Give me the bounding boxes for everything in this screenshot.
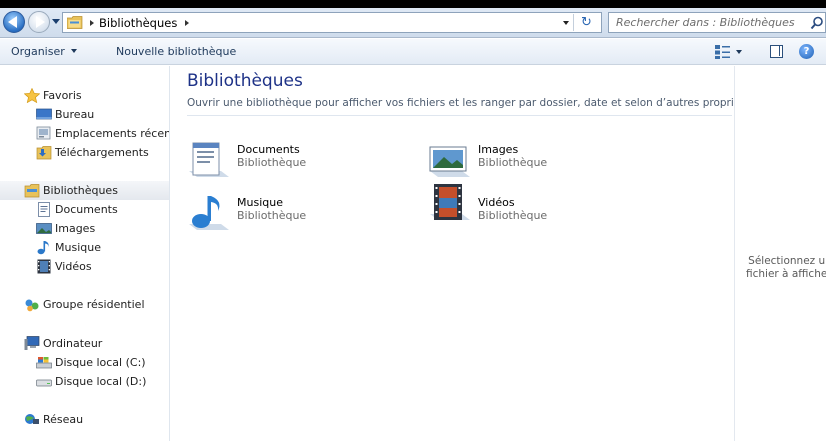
organize-button[interactable]: Organiser bbox=[11, 45, 77, 58]
drive-c-icon bbox=[36, 357, 52, 369]
arrow-left-icon bbox=[8, 16, 17, 28]
sidebar-item-homegroup[interactable]: Groupe résidentiel bbox=[0, 295, 169, 314]
documents-icon bbox=[38, 202, 50, 217]
library-name: Musique bbox=[237, 196, 283, 209]
sidebar-item-videos[interactable]: Vidéos bbox=[0, 257, 169, 276]
file-list-pane: Bibliothèques Ouvrir une bibliothèque po… bbox=[171, 66, 756, 441]
sidebar-item-label: Ordinateur bbox=[43, 337, 103, 350]
search-box[interactable]: Rechercher dans : Bibliothèques bbox=[608, 12, 826, 33]
library-item-images[interactable]: Images Bibliothèque bbox=[428, 141, 628, 181]
preview-pane-button[interactable] bbox=[770, 45, 783, 58]
sidebar-item-music[interactable]: Musique bbox=[0, 238, 169, 257]
recent-places-icon bbox=[36, 126, 51, 140]
refresh-button[interactable]: ↻ bbox=[573, 14, 599, 31]
sidebar-item-label: Téléchargements bbox=[55, 146, 149, 159]
chevron-down-icon bbox=[70, 49, 77, 53]
documents-icon bbox=[189, 142, 229, 177]
command-bar: Organiser Nouvelle bibliothèque ? bbox=[0, 39, 826, 65]
help-button[interactable]: ? bbox=[799, 44, 814, 59]
computer-icon bbox=[24, 336, 40, 350]
library-name: Images bbox=[478, 143, 519, 156]
homegroup-icon bbox=[25, 299, 39, 312]
page-subtitle: Ouvrir une bibliothèque pour afficher vo… bbox=[187, 97, 757, 109]
library-type: Bibliothèque bbox=[237, 156, 307, 169]
preview-message: Sélectionnez un fichier à afficher. bbox=[745, 255, 826, 280]
preview-pane: Sélectionnez un fichier à afficher. bbox=[734, 66, 826, 441]
chevron-right-icon[interactable] bbox=[185, 20, 189, 26]
library-item-music[interactable]: Musique Bibliothèque bbox=[187, 194, 387, 234]
navigation-pane: Favoris Bureau Emplacements récents Télé… bbox=[0, 66, 170, 441]
page-title: Bibliothèques bbox=[187, 71, 303, 91]
videos-icon bbox=[37, 259, 51, 274]
desktop-icon bbox=[36, 108, 52, 120]
sidebar-item-computer[interactable]: Ordinateur bbox=[0, 334, 169, 353]
explorer-window: Bibliothèques ↻ Rechercher dans : Biblio… bbox=[0, 8, 826, 441]
library-type: Bibliothèque bbox=[478, 156, 548, 169]
sidebar-item-recent-places[interactable]: Emplacements récents bbox=[0, 124, 170, 143]
path-box[interactable]: Bibliothèques ↻ bbox=[62, 12, 602, 33]
library-item-videos[interactable]: Vidéos Bibliothèque bbox=[428, 184, 628, 224]
library-type: Bibliothèque bbox=[237, 209, 307, 222]
images-icon bbox=[36, 223, 52, 234]
sidebar-item-label: Groupe résidentiel bbox=[43, 298, 145, 311]
drive-d-icon bbox=[36, 379, 52, 387]
sidebar-item-network[interactable]: Réseau bbox=[0, 410, 169, 429]
sidebar-item-label: Musique bbox=[55, 241, 101, 254]
arrow-right-icon bbox=[36, 16, 45, 28]
sidebar-item-label: Favoris bbox=[43, 89, 82, 102]
back-button[interactable] bbox=[3, 11, 25, 33]
sidebar-item-desktop[interactable]: Bureau bbox=[0, 105, 169, 124]
sidebar-item-label: Disque local (D:) bbox=[55, 375, 147, 388]
libraries-folder-icon bbox=[67, 16, 83, 29]
sidebar-item-label: Images bbox=[55, 222, 96, 235]
library-name: Documents bbox=[237, 143, 300, 156]
sidebar-item-label: Réseau bbox=[43, 413, 84, 426]
change-view-button[interactable] bbox=[714, 44, 744, 60]
library-type: Bibliothèque bbox=[478, 209, 548, 222]
music-icon bbox=[37, 241, 49, 255]
sidebar-item-label: Disque local (C:) bbox=[55, 356, 146, 369]
breadcrumb-libraries[interactable]: Bibliothèques bbox=[99, 16, 177, 30]
sidebar-item-label: Emplacements récents bbox=[55, 127, 170, 140]
library-item-documents[interactable]: Documents Bibliothèque bbox=[187, 141, 387, 181]
chevron-right-icon[interactable] bbox=[90, 20, 94, 26]
sidebar-item-drive-d[interactable]: Disque local (D:) bbox=[0, 372, 169, 391]
libraries-icon bbox=[24, 184, 40, 198]
sidebar-item-drive-c[interactable]: Disque local (C:) bbox=[0, 353, 169, 372]
images-icon bbox=[429, 146, 470, 177]
downloads-icon bbox=[36, 146, 52, 160]
search-input[interactable]: Rechercher dans : Bibliothèques bbox=[616, 16, 795, 29]
recent-pages-dropdown[interactable] bbox=[52, 19, 60, 24]
sidebar-item-images[interactable]: Images bbox=[0, 219, 169, 238]
sidebar-item-label: Vidéos bbox=[55, 260, 92, 273]
sidebar-item-label: Documents bbox=[55, 203, 118, 216]
divider bbox=[187, 115, 732, 116]
path-dropdown-icon[interactable] bbox=[563, 21, 569, 25]
sidebar-item-documents[interactable]: Documents bbox=[0, 200, 169, 219]
network-icon bbox=[25, 414, 39, 424]
address-bar: Bibliothèques ↻ Rechercher dans : Biblio… bbox=[0, 8, 826, 38]
library-name: Vidéos bbox=[478, 196, 515, 209]
new-library-button[interactable]: Nouvelle bibliothèque bbox=[116, 45, 236, 58]
music-icon bbox=[189, 196, 229, 230]
sidebar-item-downloads[interactable]: Téléchargements bbox=[0, 143, 169, 162]
organize-label: Organiser bbox=[11, 45, 65, 58]
sidebar-item-favorites[interactable]: Favoris bbox=[0, 86, 169, 105]
sidebar-item-label: Bureau bbox=[55, 108, 95, 121]
sidebar-item-libraries[interactable]: Bibliothèques bbox=[0, 181, 169, 200]
search-icon[interactable] bbox=[810, 16, 824, 30]
star-icon bbox=[24, 88, 40, 103]
videos-icon bbox=[430, 184, 470, 220]
forward-button[interactable] bbox=[28, 11, 50, 33]
sidebar-item-label: Bibliothèques bbox=[43, 184, 118, 197]
